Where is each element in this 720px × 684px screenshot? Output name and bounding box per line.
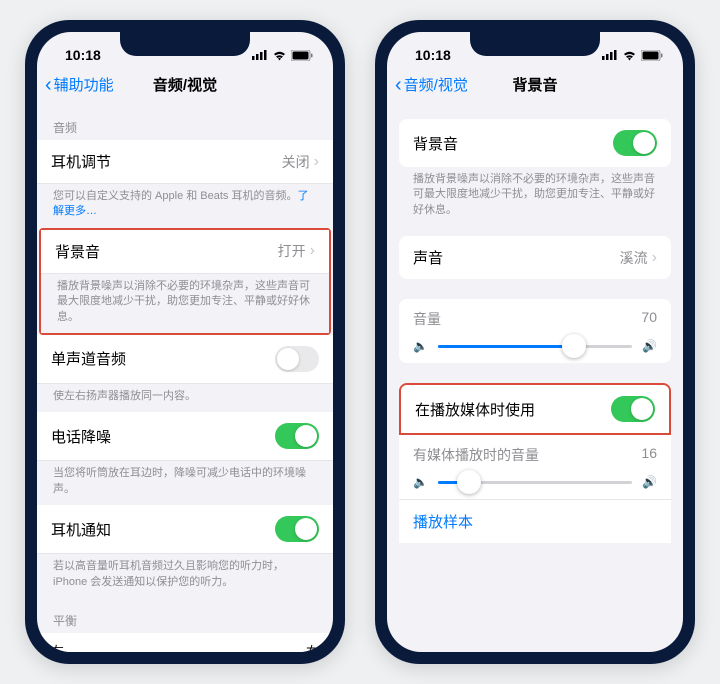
chevron-right-icon: › [314,153,319,171]
headphone-adjust-cell[interactable]: 耳机调节 关闭› [37,140,333,184]
status-icons [602,50,663,61]
nav-bar: ‹ 音频/视觉 背景音 [387,68,683,105]
noise-cancel-footer: 当您将听筒放在耳边时，降噪可减少电话中的环境噪声。 [37,461,333,505]
use-when-media-highlight: 在播放媒体时使用 [399,383,671,435]
media-volume-label: 有媒体播放时的音量 [413,445,539,465]
back-label: 音频/视觉 [404,74,468,95]
content-area[interactable]: 音频 耳机调节 关闭› 您可以自定义支持的 Apple 和 Beats 耳机的音… [37,105,333,652]
wifi-icon [622,50,637,61]
status-icons [252,50,313,61]
mono-audio-cell[interactable]: 单声道音频 [37,335,333,384]
battery-icon [291,50,313,61]
cell-value: 打开 [278,241,306,261]
content-area[interactable]: 背景音 播放背景噪声以消除不必要的环境杂声，这些声音可最大限度地减少干扰，助您更… [387,105,683,652]
cell-label: 背景音 [413,133,458,154]
headphone-footer: 您可以自定义支持的 Apple 和 Beats 耳机的音频。了解更多… [37,184,333,228]
nav-bar: ‹ 辅助功能 音频/视觉 [37,68,333,105]
volume-label: 音量 [413,309,441,329]
volume-header: 音量 70 [399,299,671,329]
cell-label: 电话降噪 [51,426,111,447]
cell-value: 溪流 [620,248,648,268]
cell-label: 耳机通知 [51,519,111,540]
signal-icon [252,50,268,60]
use-when-media-switch[interactable] [611,396,655,422]
headphone-notify-switch[interactable] [275,516,319,542]
back-button[interactable]: ‹ 辅助功能 [45,74,114,95]
noise-cancel-cell[interactable]: 电话降噪 [37,412,333,461]
section-header-audio: 音频 [37,105,333,140]
left-screen: 10:18 ‹ 辅助功能 音频/视觉 音频 耳机调节 关闭› 您可以自定义支持的… [37,32,333,652]
balance-left-label: 左 [51,641,64,652]
wifi-icon [272,50,287,61]
speaker-high-icon: 🔊 [642,339,657,353]
headphone-notify-footer: 若以高音量听耳机音频过久且影响您的听力时，iPhone 会发送通知以保护您的听力… [37,554,333,598]
status-time: 10:18 [65,47,101,63]
notch [470,32,600,56]
media-volume-header: 有媒体播放时的音量 16 [399,435,671,465]
cell-label: 在播放媒体时使用 [415,399,535,420]
signal-icon [602,50,618,60]
cell-label: 单声道音频 [51,348,126,369]
background-sound-switch[interactable] [613,130,657,156]
chevron-right-icon: › [310,242,315,260]
right-phone-frame: 10:18 ‹ 音频/视觉 背景音 背景音 播放背景噪声以消除不必要的环境杂声，… [375,20,695,664]
speaker-low-icon: 🔈 [413,475,428,489]
speaker-high-icon: 🔊 [642,475,657,489]
background-sound-cell[interactable]: 背景音 打开› [41,230,329,274]
balance-right-label: 右 [306,641,319,652]
play-sample-link[interactable]: 播放样本 [399,500,671,543]
back-button[interactable]: ‹ 音频/视觉 [395,74,468,95]
cell-value: 关闭 [282,152,310,172]
chevron-left-icon: ‹ [45,75,52,95]
media-volume-value: 16 [641,445,657,465]
notch [120,32,250,56]
background-sound-toggle-cell[interactable]: 背景音 [399,119,671,167]
section-header-balance: 平衡 [37,598,333,633]
nav-title: 音频/视觉 [153,74,217,95]
chevron-left-icon: ‹ [395,75,402,95]
background-sound-highlight: 背景音 打开› 播放背景噪声以消除不必要的环境杂声，这些声音可最大限度地减少干扰… [39,228,331,335]
cell-label: 声音 [413,247,443,268]
balance-slider[interactable]: 左 右 [37,633,333,652]
cell-label: 耳机调节 [51,151,111,172]
sound-cell[interactable]: 声音 溪流› [399,236,671,279]
mono-audio-footer: 使左右扬声器播放同一内容。 [37,384,333,412]
cell-label: 背景音 [55,241,100,262]
nav-title: 背景音 [512,74,557,95]
use-when-media-cell[interactable]: 在播放媒体时使用 [401,385,669,433]
background-sound-footer: 播放背景噪声以消除不必要的环境杂声，这些声音可最大限度地减少干扰，助您更加专注、… [41,274,329,333]
mono-audio-switch[interactable] [275,346,319,372]
battery-icon [641,50,663,61]
volume-value: 70 [641,309,657,329]
media-volume-slider[interactable]: 🔈 🔊 [399,465,671,500]
background-sound-footer: 播放背景噪声以消除不必要的环境杂声，这些声音可最大限度地减少干扰，助您更加专注、… [387,167,683,226]
back-label: 辅助功能 [54,74,114,95]
volume-slider[interactable]: 🔈 🔊 [399,329,671,363]
noise-cancel-switch[interactable] [275,423,319,449]
status-time: 10:18 [415,47,451,63]
speaker-low-icon: 🔈 [413,339,428,353]
right-screen: 10:18 ‹ 音频/视觉 背景音 背景音 播放背景噪声以消除不必要的环境杂声，… [387,32,683,652]
headphone-notify-cell[interactable]: 耳机通知 [37,505,333,554]
chevron-right-icon: › [652,249,657,267]
left-phone-frame: 10:18 ‹ 辅助功能 音频/视觉 音频 耳机调节 关闭› 您可以自定义支持的… [25,20,345,664]
